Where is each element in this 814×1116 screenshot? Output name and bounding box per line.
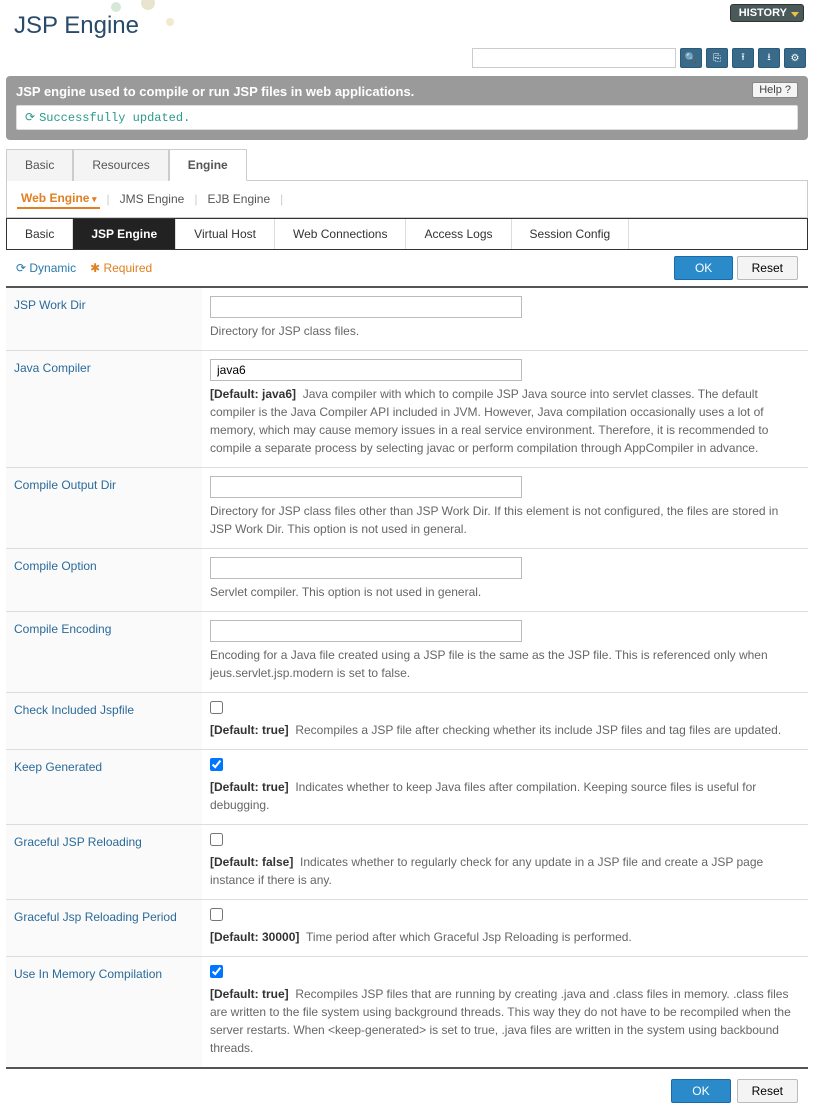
tab-t-access-logs[interactable]: Access Logs: [406, 219, 511, 249]
label-keep-generated: Keep Generated: [6, 750, 202, 824]
default-use-in-memory-compilation: [Default: true]: [210, 987, 289, 1001]
subtab-jms-engine[interactable]: JMS Engine: [116, 190, 189, 208]
tab-engine[interactable]: Engine: [169, 149, 247, 181]
help-button[interactable]: Help ?: [752, 82, 798, 98]
default-graceful-jsp-reloading-period: [Default: 30000]: [210, 930, 299, 944]
desc-keep-generated: Indicates whether to keep Java files aft…: [210, 780, 756, 812]
tab-t-virtual-host[interactable]: Virtual Host: [176, 219, 275, 249]
input-compile-encoding[interactable]: [210, 620, 522, 642]
ok-button-bottom[interactable]: OK: [671, 1079, 730, 1103]
settings-icon[interactable]: ⚙: [784, 48, 806, 68]
label-compile-output-dir: Compile Output Dir: [6, 468, 202, 548]
checkbox-keep-generated[interactable]: [210, 758, 223, 771]
subtab-ejb-engine[interactable]: EJB Engine: [203, 190, 274, 208]
desc-compile-output-dir: Directory for JSP class files other than…: [210, 502, 800, 538]
input-compile-output-dir[interactable]: [210, 476, 522, 498]
desc-graceful-jsp-reloading: Indicates whether to regularly check for…: [210, 855, 763, 887]
checkbox-check-included-jspfile[interactable]: [210, 701, 223, 714]
input-java-compiler[interactable]: [210, 359, 522, 381]
checkbox-graceful-jsp-reloading-period[interactable]: [210, 908, 223, 921]
default-keep-generated: [Default: true]: [210, 780, 289, 794]
legend-required: Required: [90, 261, 152, 275]
tab-resources[interactable]: Resources: [73, 149, 168, 181]
download-xml-icon[interactable]: ⭳: [758, 48, 780, 68]
engine-subtabs: Web Engine | JMS Engine | EJB Engine |: [6, 181, 808, 218]
tab-t-web-connections[interactable]: Web Connections: [275, 219, 407, 249]
tab-t-session-config[interactable]: Session Config: [512, 219, 630, 249]
checkbox-use-in-memory-compilation[interactable]: [210, 965, 223, 978]
tab-t-jsp-engine[interactable]: JSP Engine: [73, 219, 176, 249]
form-area: JSP Work Dir Directory for JSP class fil…: [6, 288, 808, 1069]
history-button[interactable]: HISTORY: [730, 4, 804, 22]
label-jsp-work-dir: JSP Work Dir: [6, 288, 202, 350]
label-graceful-jsp-reloading-period: Graceful Jsp Reloading Period: [6, 900, 202, 956]
refresh-icon: ⟳: [25, 111, 35, 125]
search-icon[interactable]: 🔍: [680, 48, 702, 68]
web-engine-tabs: Basic JSP Engine Virtual Host Web Connec…: [6, 218, 808, 250]
subtab-web-engine[interactable]: Web Engine: [17, 189, 100, 209]
desc-compile-option: Servlet compiler. This option is not use…: [210, 583, 800, 601]
tab-basic[interactable]: Basic: [6, 149, 73, 181]
description-banner: JSP engine used to compile or run JSP fi…: [6, 76, 808, 140]
desc-use-in-memory-compilation: Recompiles JSP files that are running by…: [210, 987, 791, 1055]
default-graceful-jsp-reloading: [Default: false]: [210, 855, 293, 869]
desc-jsp-work-dir: Directory for JSP class files.: [210, 322, 800, 340]
label-use-in-memory-compilation: Use In Memory Compilation: [6, 957, 202, 1067]
desc-compile-encoding: Encoding for a Java file created using a…: [210, 646, 800, 682]
search-input[interactable]: [472, 48, 676, 68]
export-icon[interactable]: ⎘: [706, 48, 728, 68]
status-bar: ⟳Successfully updated.: [16, 105, 798, 130]
reset-button-top[interactable]: Reset: [737, 256, 798, 280]
label-graceful-jsp-reloading: Graceful JSP Reloading: [6, 825, 202, 899]
label-compile-option: Compile Option: [6, 549, 202, 611]
reset-button-bottom[interactable]: Reset: [737, 1079, 798, 1103]
desc-graceful-jsp-reloading-period: Time period after which Graceful Jsp Rel…: [306, 930, 632, 944]
tab-t-basic[interactable]: Basic: [7, 219, 73, 249]
input-jsp-work-dir[interactable]: [210, 296, 522, 318]
label-compile-encoding: Compile Encoding: [6, 612, 202, 692]
ok-button-top[interactable]: OK: [674, 256, 733, 280]
primary-tabs: Basic Resources Engine: [6, 148, 808, 181]
upload-xml-icon[interactable]: ⭱: [732, 48, 754, 68]
checkbox-graceful-jsp-reloading[interactable]: [210, 833, 223, 846]
label-check-included-jspfile: Check Included Jspfile: [6, 693, 202, 749]
legend-dynamic: Dynamic: [16, 261, 76, 275]
default-check-included-jspfile: [Default: true]: [210, 723, 289, 737]
label-java-compiler: Java Compiler: [6, 351, 202, 467]
default-java-compiler: [Default: java6]: [210, 387, 296, 401]
desc-check-included-jspfile: Recompiles a JSP file after checking whe…: [295, 723, 781, 737]
banner-text: JSP engine used to compile or run JSP fi…: [16, 84, 798, 99]
input-compile-option[interactable]: [210, 557, 522, 579]
